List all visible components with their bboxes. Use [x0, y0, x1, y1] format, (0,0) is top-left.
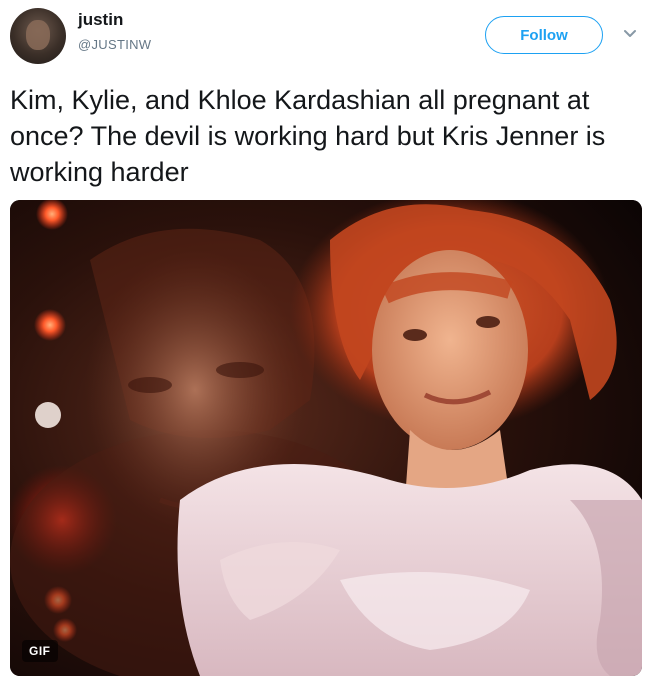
tweet-card: justin @JUSTINW Follow Kim, Kylie, and K…	[0, 0, 650, 680]
avatar-face	[26, 20, 50, 50]
gif-frame-image	[10, 200, 642, 676]
follow-button[interactable]: Follow	[485, 16, 603, 54]
gif-media[interactable]: GIF	[10, 200, 642, 676]
avatar[interactable]	[10, 8, 66, 64]
gif-badge: GIF	[22, 640, 58, 662]
user-handle[interactable]: @JUSTINW	[78, 37, 151, 52]
display-name[interactable]: justin	[78, 10, 123, 30]
tweet-text: Kim, Kylie, and Khloe Kardashian all pre…	[10, 85, 606, 187]
chevron-down-icon[interactable]	[622, 26, 638, 42]
